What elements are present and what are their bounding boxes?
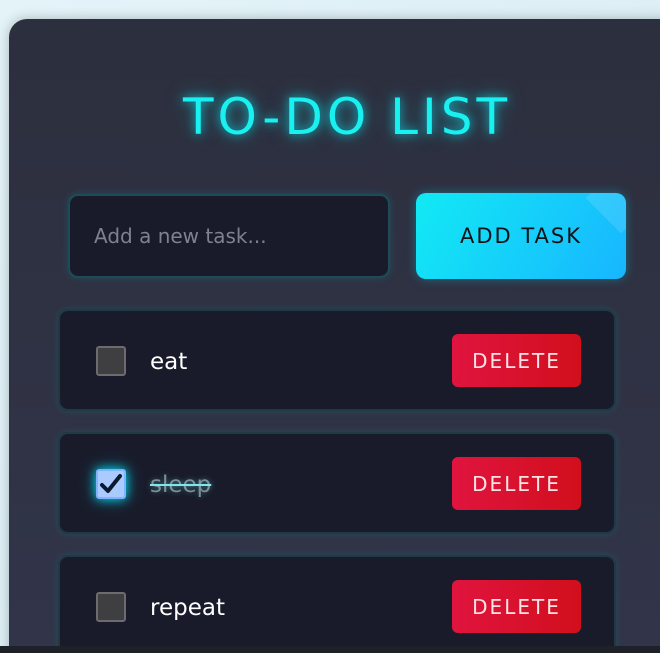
delete-task-button[interactable]: DELETE [452, 334, 581, 387]
task-checkbox-checked[interactable] [96, 469, 126, 499]
add-task-button[interactable]: ADD TASK [416, 193, 626, 279]
app-title: TO-DO LIST [183, 88, 511, 146]
bottom-bar [0, 646, 660, 653]
task-text-completed: sleep [150, 472, 212, 498]
checkmark-icon [100, 474, 122, 493]
task-text: repeat [150, 595, 225, 621]
task-item-repeat: repeat DELETE [58, 555, 616, 653]
task-checkbox[interactable] [96, 346, 126, 376]
task-text: eat [150, 349, 188, 375]
task-checkbox[interactable] [96, 592, 126, 622]
delete-task-button[interactable]: DELETE [452, 580, 581, 633]
task-item-sleep: sleep DELETE [58, 432, 616, 534]
delete-task-button[interactable]: DELETE [452, 457, 581, 510]
task-item-eat: eat DELETE [58, 309, 616, 411]
new-task-input[interactable] [68, 194, 390, 278]
